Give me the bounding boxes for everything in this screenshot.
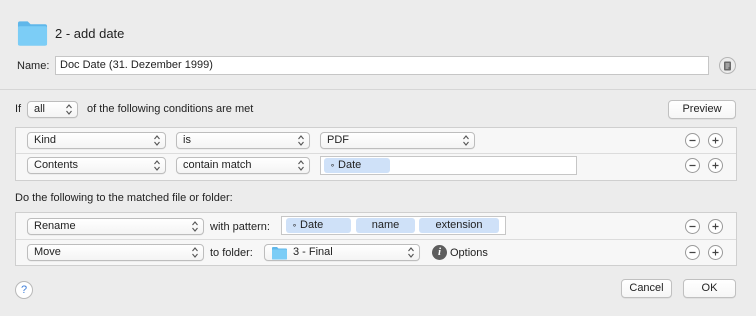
action-value: Rename (34, 220, 76, 232)
updown-arrows-icon (65, 103, 73, 116)
destination-folder-value: 3 - Final (293, 246, 333, 258)
remove-condition-button[interactable] (685, 158, 700, 173)
add-action-button[interactable] (708, 245, 723, 260)
condition-value: PDF (327, 134, 349, 146)
updown-arrows-icon (191, 246, 199, 259)
condition-operator-popup[interactable]: contain match (176, 157, 310, 174)
updown-arrows-icon (191, 220, 199, 233)
folder-icon (271, 246, 288, 260)
info-icon[interactable]: i (432, 245, 447, 260)
name-field[interactable]: Doc Date (31. Dezember 1999) (55, 56, 709, 75)
name-label: Name: (17, 60, 50, 72)
conditions-suffix-label: of the following conditions are met (87, 103, 254, 115)
with-pattern-label: with pattern: (210, 221, 270, 233)
add-action-button[interactable] (708, 219, 723, 234)
extension-token[interactable]: extension (419, 218, 499, 233)
condition-operator-popup[interactable]: is (176, 132, 310, 149)
match-mode-value: all (34, 103, 46, 115)
options-link[interactable]: Options (450, 247, 488, 259)
document-icon (724, 61, 731, 70)
updown-arrows-icon (297, 134, 305, 147)
name-menu-button[interactable] (719, 57, 736, 74)
remove-action-button[interactable] (685, 219, 700, 234)
token-label: Date (338, 159, 362, 171)
remove-action-button[interactable] (685, 245, 700, 260)
updown-arrows-icon (407, 246, 415, 259)
to-folder-label: to folder: (210, 247, 253, 259)
updown-arrows-icon (462, 134, 470, 147)
date-token[interactable]: ∘ Date (324, 158, 390, 173)
add-condition-button[interactable] (708, 158, 723, 173)
condition-operator-value: is (183, 134, 191, 146)
action-value: Move (34, 246, 61, 258)
token-dot-icon: ∘ (292, 221, 298, 230)
name-token[interactable]: name (356, 218, 415, 233)
if-label: If (15, 103, 22, 115)
cancel-button[interactable]: Cancel (621, 279, 672, 298)
condition-attribute-popup[interactable]: Contents (27, 157, 166, 174)
row-divider (16, 239, 736, 240)
action-popup[interactable]: Move (27, 244, 204, 261)
condition-attribute-popup[interactable]: Kind (27, 132, 166, 149)
add-condition-button[interactable] (708, 133, 723, 148)
preview-button[interactable]: Preview (668, 100, 736, 119)
match-mode-popup[interactable]: all (27, 101, 78, 118)
action-popup[interactable]: Rename (27, 218, 204, 235)
rule-title: 2 - add date (55, 26, 125, 41)
condition-value-popup[interactable]: PDF (320, 132, 475, 149)
token-label: Date (300, 219, 324, 231)
help-button[interactable]: ? (15, 281, 33, 299)
row-divider (16, 153, 736, 154)
actions-heading: Do the following to the matched file or … (15, 192, 233, 204)
token-dot-icon: ∘ (330, 161, 336, 170)
updown-arrows-icon (153, 134, 161, 147)
folder-icon (17, 19, 48, 47)
condition-operator-value: contain match (183, 159, 252, 171)
condition-attribute-value: Kind (34, 134, 57, 146)
remove-condition-button[interactable] (685, 133, 700, 148)
condition-attribute-value: Contents (34, 159, 79, 171)
ok-button[interactable]: OK (683, 279, 736, 298)
updown-arrows-icon (153, 159, 161, 172)
date-token[interactable]: ∘ Date (286, 218, 351, 233)
destination-folder-popup[interactable]: 3 - Final (264, 244, 420, 261)
section-divider (0, 89, 756, 90)
updown-arrows-icon (297, 159, 305, 172)
